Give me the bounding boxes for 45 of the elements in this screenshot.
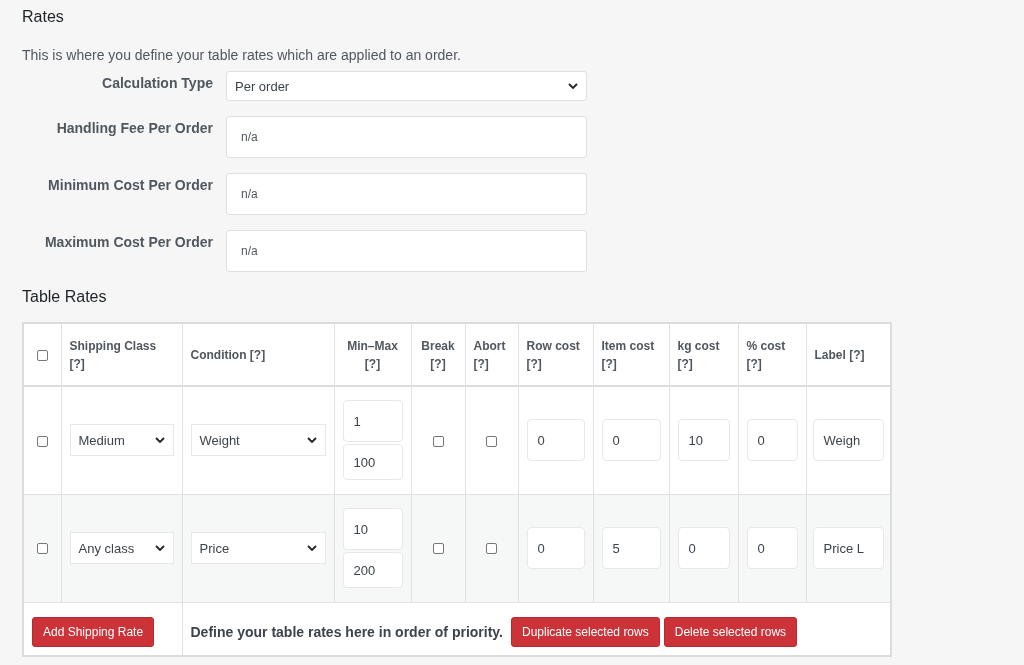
chevron-down-icon: [154, 436, 165, 444]
field-label: Handling Fee Per Order: [55, 119, 214, 136]
field-label: Maximum Cost Per Order: [43, 233, 214, 250]
kg-cost-input[interactable]: 10: [677, 419, 730, 462]
label-input[interactable]: Price L: [812, 527, 884, 569]
shipping-class-select[interactable]: Any class: [69, 532, 174, 564]
calculation-type-select[interactable]: Per order: [226, 71, 587, 101]
input-field[interactable]: n/a: [226, 173, 587, 215]
break-checkbox[interactable]: [432, 435, 444, 447]
abort-checkbox[interactable]: [486, 435, 497, 447]
percent-cost-input[interactable]: 0: [746, 527, 798, 569]
row-cost-input[interactable]: 0: [526, 527, 585, 569]
table-hint: Define your table rates here in order of priority.: [190, 623, 503, 640]
select-all-checkbox[interactable]: [36, 349, 48, 361]
duplicate-rows-button[interactable]: Duplicate selected rows: [511, 616, 660, 647]
add-shipping-rate-button[interactable]: Add Shipping Rate: [32, 616, 155, 647]
field-label: Minimum Cost Per Order: [47, 176, 214, 193]
section-description: This is where you define your table rates which are applied to an order.: [22, 47, 462, 63]
max-input[interactable]: 200: [342, 552, 403, 588]
percent-cost-input[interactable]: 0: [746, 419, 798, 462]
input-field[interactable]: n/a: [226, 116, 587, 158]
chevron-down-icon: [306, 436, 317, 444]
row-checkbox[interactable]: [36, 543, 48, 555]
section-title: Rates: [22, 8, 65, 26]
row-cost-input[interactable]: 0: [526, 419, 585, 462]
chevron-down-icon: [568, 82, 578, 90]
field-label: Calculation Type: [101, 74, 214, 91]
input-field[interactable]: n/a: [226, 230, 587, 272]
item-cost-input[interactable]: 5: [601, 527, 661, 569]
min-input[interactable]: 10: [342, 508, 403, 550]
condition-select[interactable]: Price: [190, 532, 326, 564]
chevron-down-icon: [154, 544, 165, 552]
table-title: Table Rates: [22, 288, 108, 306]
chevron-down-icon: [306, 544, 317, 552]
min-input[interactable]: 1: [342, 400, 403, 443]
break-checkbox[interactable]: [432, 543, 444, 555]
condition-select[interactable]: Weight: [190, 424, 326, 457]
row-checkbox[interactable]: [36, 435, 48, 447]
abort-checkbox[interactable]: [486, 543, 497, 555]
kg-cost-input[interactable]: 0: [677, 527, 730, 569]
shipping-class-select[interactable]: Medium: [69, 424, 174, 457]
label-input[interactable]: Weigh: [812, 419, 884, 462]
delete-rows-button[interactable]: Delete selected rows: [663, 616, 798, 647]
item-cost-input[interactable]: 0: [601, 419, 661, 462]
max-input[interactable]: 100: [342, 444, 403, 481]
